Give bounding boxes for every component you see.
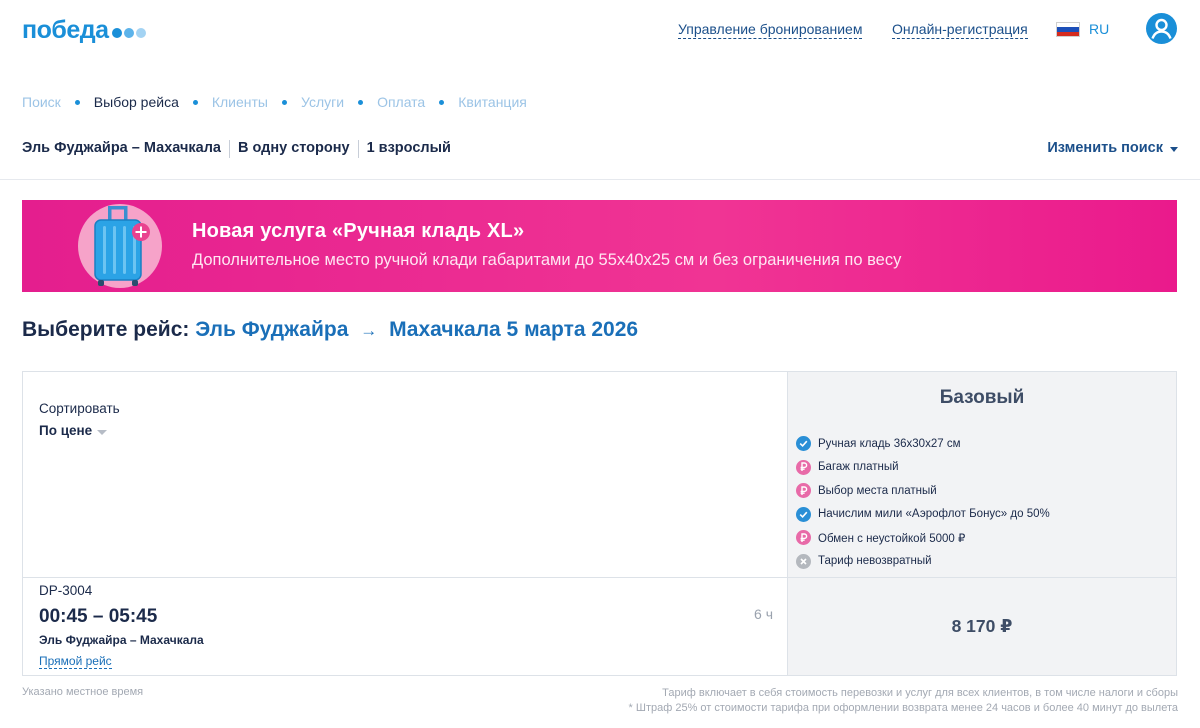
fare-feature-text: Выбор места платный [818, 484, 937, 497]
fare-feature-text: Обмен с неустойкой 5000 ₽ [818, 532, 966, 545]
manage-booking-link[interactable]: Управление бронированием [678, 21, 863, 39]
fare-feature-text: Начислим мили «Аэрофлот Бонус» до 50% [818, 508, 1050, 521]
step-separator-dot [439, 99, 445, 105]
sort-label: Сортировать [39, 401, 120, 416]
fare-feature-text: Ручная кладь 36х30х27 см [818, 437, 961, 450]
ruble-icon [796, 530, 811, 546]
step-separator-dot [74, 99, 80, 105]
header-divider [0, 179, 1200, 180]
russia-flag-icon[interactable] [1056, 22, 1080, 37]
fare-name: Базовый [939, 387, 1025, 408]
title-prefix: Выберите рейс: [22, 318, 190, 341]
flight-time: 00:45 – 05:45 [39, 606, 158, 627]
logo-dot [135, 28, 146, 38]
summary-passengers: 1 взрослый [366, 140, 451, 156]
step-separator-dot [358, 99, 364, 105]
ruble-icon [796, 459, 811, 475]
fare-feature: Начислим мили «Аэрофлот Бонус» до 50% [796, 503, 1050, 527]
cross-icon [796, 553, 811, 569]
title-origin: Эль Фуджайра [195, 318, 349, 341]
tariff-notes: Тариф включает в себя стоимость перевозк… [629, 686, 1178, 716]
fare-feature-text: Тариф невозвратный [818, 555, 932, 568]
fare-price-button[interactable]: 8 170 ₽ [788, 578, 1176, 675]
flight-fare-table: Сортировать По цене DP-3004 00:45 – 05:4… [22, 371, 1177, 676]
flight-route: Эль Фуджайра – Махачкала [39, 633, 204, 647]
ruble-icon [796, 483, 811, 499]
fare-column-basic: Базовый Ручная кладь 36х30х27 см Багаж п… [787, 372, 1176, 675]
suitcase-plus-icon [94, 206, 150, 286]
arrow-right-icon: → [360, 321, 378, 340]
fare-price: 8 170 ₽ [951, 616, 1013, 636]
chevron-down-icon [97, 429, 108, 435]
direct-flight-link[interactable]: Прямой рейс [39, 654, 112, 669]
logo-text: победа [22, 16, 109, 44]
logo-dot [111, 28, 122, 38]
step-services: Услуги [301, 94, 345, 110]
title-destination-date: Махачкала 5 марта 2026 [389, 318, 639, 341]
pobeda-logo[interactable]: победа [22, 16, 148, 45]
promo-banner[interactable]: Новая услуга «Ручная кладь XL» Дополните… [22, 200, 1177, 292]
logo-dot [123, 28, 134, 38]
fare-feature-text: Багаж платный [818, 461, 899, 474]
user-account-icon[interactable] [1146, 13, 1177, 44]
step-payment: Оплата [377, 94, 426, 110]
banner-title: Новая услуга «Ручная кладь XL» [192, 220, 525, 242]
summary-route: Эль Фуджайра – Махачкала [22, 140, 221, 156]
step-flight-selection: Выбор рейса [93, 94, 179, 110]
summary-divider [357, 140, 359, 158]
fare-feature: Тариф невозвратный [796, 550, 1050, 574]
page-title: Выберите рейс: Эль Фуджайра → Махачкала … [22, 318, 638, 342]
search-summary: Эль Фуджайра – Махачкала В одну сторону … [22, 140, 451, 158]
online-checkin-link[interactable]: Онлайн-регистрация [892, 21, 1028, 39]
fare-feature: Багаж платный [796, 456, 1050, 480]
flight-number: DP-3004 [39, 583, 93, 598]
step-separator-dot [192, 99, 198, 105]
check-icon [796, 506, 811, 522]
sort-value: По цене [39, 423, 93, 438]
step-search[interactable]: Поиск [22, 94, 61, 110]
sort-dropdown[interactable]: По цене [39, 423, 108, 438]
tariff-includes-note: Тариф включает в себя стоимость перевозк… [662, 687, 1178, 699]
penalty-note: * Штраф 25% от стоимости тарифа при офор… [628, 702, 1178, 714]
fare-feature: Обмен с неустойкой 5000 ₽ [796, 526, 1050, 550]
flight-duration: 6 ч [754, 606, 773, 622]
step-receipt: Квитанция [458, 94, 527, 110]
change-search-button[interactable]: Изменить поиск [1047, 140, 1178, 156]
change-search-label: Изменить поиск [1047, 140, 1163, 156]
booking-steps: Поиск Выбор рейса Клиенты Услуги Оплата … [22, 94, 527, 110]
step-separator-dot [282, 99, 287, 105]
banner-subtitle: Дополнительное место ручной клади габари… [192, 251, 902, 269]
summary-trip-type: В одну сторону [237, 140, 350, 156]
table-row-divider [23, 577, 1176, 578]
summary-divider [228, 140, 230, 158]
step-clients: Клиенты [211, 94, 268, 110]
chevron-down-icon [1170, 146, 1178, 152]
language-selector[interactable]: RU [1089, 21, 1109, 37]
fare-features-list: Ручная кладь 36х30х27 см Багаж платный В… [796, 432, 1050, 573]
flight-column: Сортировать По цене DP-3004 00:45 – 05:4… [23, 372, 787, 675]
check-icon [796, 436, 811, 452]
fare-feature: Выбор места платный [796, 479, 1050, 503]
local-time-note: Указано местное время [22, 686, 144, 698]
fare-feature: Ручная кладь 36х30х27 см [796, 432, 1050, 456]
logo-dots [111, 28, 148, 38]
